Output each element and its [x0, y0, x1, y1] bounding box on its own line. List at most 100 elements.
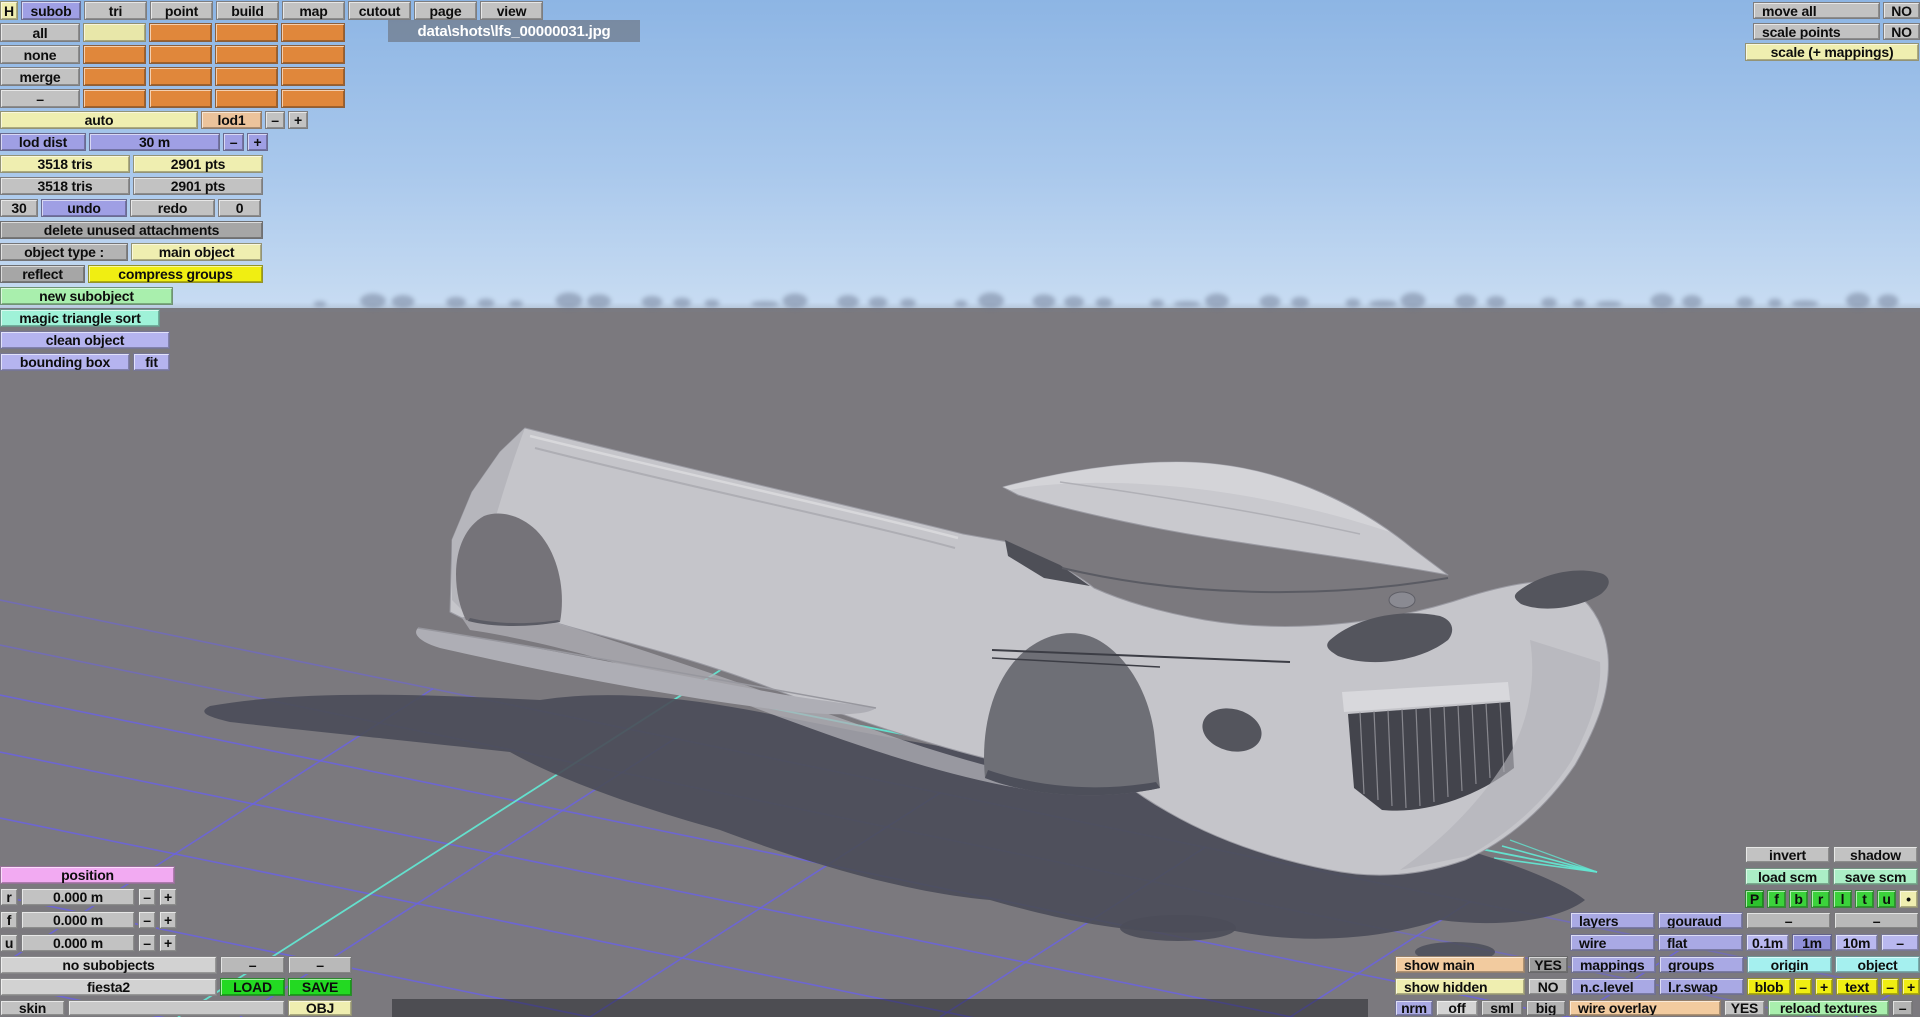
subobject-next-button[interactable]: –	[288, 956, 352, 974]
nrm-big-button[interactable]: big	[1526, 1000, 1566, 1016]
show-hidden-value[interactable]: NO	[1528, 978, 1568, 995]
subob-cell[interactable]	[281, 23, 345, 42]
tab-page[interactable]: page	[414, 1, 477, 20]
grid-off-button[interactable]: –	[1881, 934, 1919, 951]
nc-level-button[interactable]: n.c.level	[1571, 978, 1656, 995]
position-f-value[interactable]: 0.000 m	[21, 911, 135, 929]
wire-button[interactable]: wire	[1570, 934, 1655, 951]
skin-button[interactable]: skin	[0, 1000, 65, 1016]
compress-groups-button[interactable]: compress groups	[88, 265, 263, 283]
lod-dist-minus-button[interactable]: –	[223, 133, 244, 151]
text-button[interactable]: text	[1836, 978, 1878, 995]
lr-swap-button[interactable]: l.r.swap	[1659, 978, 1744, 995]
grid-1m-button[interactable]: 1m	[1792, 934, 1832, 951]
subob-cell[interactable]	[215, 45, 278, 64]
lod-minus-button[interactable]: –	[265, 111, 285, 129]
tab-build[interactable]: build	[216, 1, 279, 20]
subob-cell[interactable]	[149, 89, 212, 108]
grid-10m-button[interactable]: 10m	[1835, 934, 1878, 951]
subob-cell[interactable]	[83, 67, 146, 86]
position-r-value[interactable]: 0.000 m	[21, 888, 135, 906]
lod-auto-button[interactable]: auto	[0, 111, 198, 129]
view-perspective-button[interactable]: P	[1745, 890, 1764, 908]
move-all-button[interactable]: move all	[1753, 2, 1880, 19]
bounding-box-button[interactable]: bounding box	[0, 353, 130, 371]
position-r-plus-button[interactable]: +	[159, 888, 177, 906]
view-right-button[interactable]: r	[1811, 890, 1830, 908]
nrm-sml-button[interactable]: sml	[1481, 1000, 1523, 1016]
scale-points-value[interactable]: NO	[1883, 23, 1920, 40]
blob-plus-button[interactable]: +	[1815, 978, 1833, 995]
lod-plus-button[interactable]: +	[288, 111, 308, 129]
text-plus-button[interactable]: +	[1902, 978, 1920, 995]
obj-export-button[interactable]: OBJ	[288, 1000, 352, 1016]
merge-button[interactable]: merge	[0, 67, 80, 86]
layer-next-button[interactable]: –	[1834, 912, 1919, 929]
invert-button[interactable]: invert	[1745, 846, 1830, 863]
lod-dist-plus-button[interactable]: +	[247, 133, 268, 151]
position-u-value[interactable]: 0.000 m	[21, 934, 135, 952]
shadow-button[interactable]: shadow	[1833, 846, 1918, 863]
position-f-minus-button[interactable]: –	[138, 911, 156, 929]
viewport-3d[interactable]	[0, 0, 1920, 1017]
tab-point[interactable]: point	[150, 1, 213, 20]
view-under-button[interactable]: u	[1877, 890, 1896, 908]
subob-cell[interactable]	[83, 45, 146, 64]
show-hidden-button[interactable]: show hidden	[1395, 978, 1525, 995]
object-name-field[interactable]: fiesta2	[0, 978, 217, 996]
skin-name-field[interactable]	[68, 1000, 285, 1016]
save-button[interactable]: SAVE	[288, 978, 352, 996]
lod-dist-value[interactable]: 30 m	[89, 133, 220, 151]
show-main-button[interactable]: show main	[1395, 956, 1525, 973]
tab-tri[interactable]: tri	[84, 1, 147, 20]
menu-h-button[interactable]: H	[0, 1, 18, 20]
subob-cell[interactable]	[281, 45, 345, 64]
lod1-button[interactable]: lod1	[201, 111, 262, 129]
position-f-plus-button[interactable]: +	[159, 911, 177, 929]
save-scm-button[interactable]: save scm	[1833, 868, 1918, 885]
view-front-button[interactable]: f	[1767, 890, 1786, 908]
scale-points-button[interactable]: scale points	[1753, 23, 1880, 40]
subob-cell[interactable]	[83, 89, 146, 108]
undo-button[interactable]: undo	[41, 199, 127, 217]
origin-button[interactable]: origin	[1747, 956, 1832, 973]
wire-overlay-button[interactable]: wire overlay	[1569, 1000, 1721, 1016]
object-button[interactable]: object	[1835, 956, 1920, 973]
fit-button[interactable]: fit	[133, 353, 170, 371]
texture-res-button[interactable]: –	[1892, 1000, 1913, 1016]
subob-cell[interactable]	[215, 23, 278, 42]
subob-cell[interactable]	[149, 67, 212, 86]
view-top-button[interactable]: t	[1855, 890, 1874, 908]
gouraud-button[interactable]: gouraud	[1658, 912, 1743, 929]
layers-button[interactable]: layers	[1570, 912, 1655, 929]
reload-textures-button[interactable]: reload textures	[1768, 1000, 1889, 1016]
tab-cutout[interactable]: cutout	[348, 1, 411, 20]
show-main-value[interactable]: YES	[1528, 956, 1568, 973]
subob-cell[interactable]	[281, 67, 345, 86]
reflect-button[interactable]: reflect	[0, 265, 85, 283]
blob-button[interactable]: blob	[1747, 978, 1791, 995]
clean-object-button[interactable]: clean object	[0, 331, 170, 349]
subob-cell[interactable]	[215, 89, 278, 108]
grid-0-1m-button[interactable]: 0.1m	[1746, 934, 1789, 951]
subob-cell[interactable]	[281, 89, 345, 108]
flat-button[interactable]: flat	[1658, 934, 1743, 951]
wire-overlay-value[interactable]: YES	[1724, 1000, 1765, 1016]
load-scm-button[interactable]: load scm	[1745, 868, 1830, 885]
subob-cell[interactable]	[149, 23, 212, 42]
redo-button[interactable]: redo	[130, 199, 215, 217]
layer-prev-button[interactable]: –	[1746, 912, 1831, 929]
position-u-plus-button[interactable]: +	[159, 934, 177, 952]
tab-subob[interactable]: subob	[21, 1, 81, 20]
nrm-off-button[interactable]: off	[1436, 1000, 1478, 1016]
magic-triangle-sort-button[interactable]: magic triangle sort	[0, 309, 160, 327]
select-all-button[interactable]: all	[0, 23, 80, 42]
position-r-minus-button[interactable]: –	[138, 888, 156, 906]
tab-view[interactable]: view	[480, 1, 543, 20]
new-subobject-button[interactable]: new subobject	[0, 287, 173, 305]
subobject-prev-button[interactable]: –	[220, 956, 285, 974]
mappings-button[interactable]: mappings	[1571, 956, 1656, 973]
text-minus-button[interactable]: –	[1881, 978, 1899, 995]
blob-minus-button[interactable]: –	[1794, 978, 1812, 995]
subob-cell[interactable]	[215, 67, 278, 86]
